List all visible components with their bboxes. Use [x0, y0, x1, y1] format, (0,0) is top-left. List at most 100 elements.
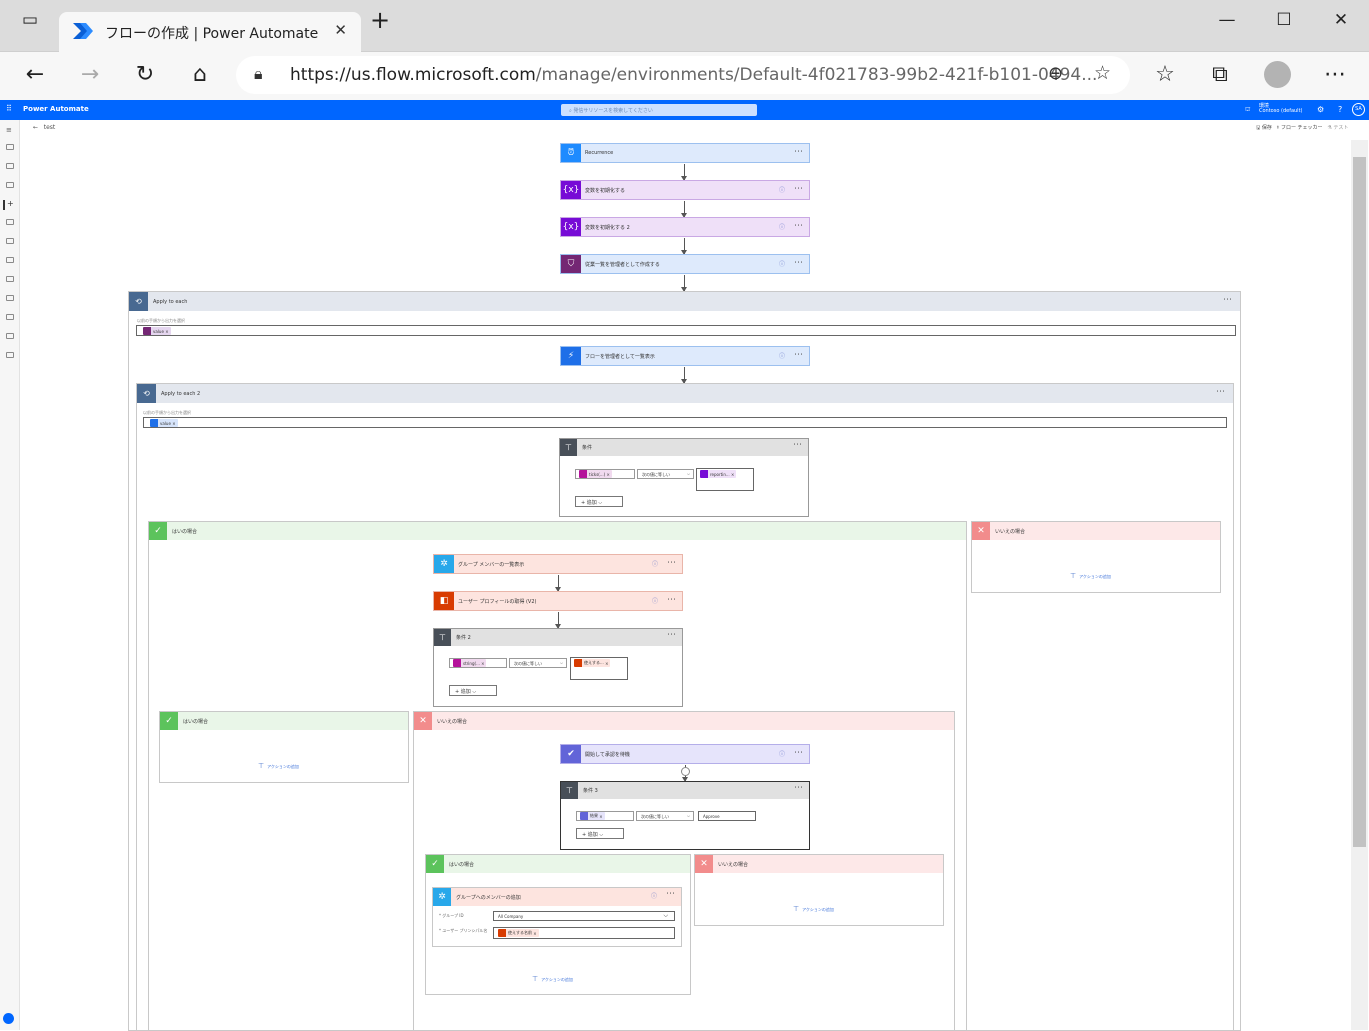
help-icon[interactable]: ⓘ: [779, 222, 785, 231]
operator-dropdown[interactable]: 次の値に等しい ⌵: [509, 658, 567, 668]
avatar[interactable]: SA: [1352, 103, 1365, 116]
recurrence-card[interactable]: ⏰︎ Recurrence ⋯: [560, 143, 810, 163]
more-options-icon[interactable]: ⋯: [794, 184, 803, 194]
app-brand[interactable]: Power Automate: [23, 105, 89, 113]
app-launcher-icon[interactable]: ⠿: [6, 104, 12, 113]
add-condition-button[interactable]: + 追加 ⌵: [576, 828, 624, 839]
test-button[interactable]: ⚗︎ テスト: [1327, 125, 1348, 131]
approval-card[interactable]: ✔︎ 開始して承認を待機 ⓘ ⋯: [560, 744, 810, 764]
environment-picker[interactable]: 環境 Contoso (default): [1259, 104, 1303, 114]
group-id-dropdown[interactable]: All Company ⌵: [493, 911, 675, 921]
profile-token[interactable]: 使えする... ×: [574, 659, 611, 667]
operator-dropdown[interactable]: 次の値に等しい ⌵: [636, 811, 694, 821]
add-condition-button[interactable]: + 追加 ⌵: [449, 685, 497, 696]
condition-3-card[interactable]: ⊤ 条件 3 ⋯ 結果 × 次の値に等しい ⌵ Approve + 追加 ⌵: [560, 781, 810, 850]
user-principal-input[interactable]: 使えする名前 ×: [493, 927, 675, 939]
refresh-icon[interactable]: ↻: [131, 62, 159, 87]
collections-icon[interactable]: ⧉: [1206, 62, 1234, 87]
add-action-button[interactable]: ⊤ アクションの追加: [793, 905, 834, 913]
condition-right-field[interactable]: reportin... ×: [696, 468, 754, 491]
more-options-icon[interactable]: ⋯: [794, 221, 803, 231]
add-action-button[interactable]: ⊤ アクションの追加: [532, 975, 573, 983]
add-member-card[interactable]: ✲ グループへのメンバーの追加 ⓘ ⋯ * グループ ID All Compan…: [432, 887, 682, 947]
action-items-icon[interactable]: [6, 163, 14, 169]
scrollbar-thumb[interactable]: [1353, 157, 1366, 847]
get-profile-card[interactable]: ◧ ユーザー プロフィールの取得 (V2) ⓘ ⋯: [433, 591, 683, 611]
home-nav-icon[interactable]: [6, 144, 14, 150]
my-flows-icon[interactable]: [6, 182, 14, 188]
new-tab-icon[interactable]: +: [360, 6, 400, 34]
more-icon[interactable]: ⋯: [1321, 62, 1349, 87]
expression-token[interactable]: string(... ×: [453, 659, 487, 667]
ai-builder-icon[interactable]: [6, 295, 14, 301]
flow-checker-button[interactable]: ⚕︎ フロー チェッカー: [1277, 125, 1323, 131]
close-window-icon[interactable]: ✕: [1321, 10, 1361, 30]
init-variable-2-card[interactable]: {x} 変数を初期化する 2 ⓘ ⋯: [560, 217, 810, 237]
help-icon[interactable]: ⓘ: [779, 185, 785, 194]
more-options-icon[interactable]: ⋯: [794, 258, 803, 268]
more-options-icon[interactable]: ⋯: [1216, 387, 1225, 397]
condition-left-field[interactable]: ticks(...) ×: [575, 469, 635, 479]
select-output-input[interactable]: value ×: [143, 417, 1227, 428]
more-options-icon[interactable]: ⋯: [667, 595, 676, 605]
insert-step-icon[interactable]: [681, 767, 690, 776]
apply-to-each-2-header[interactable]: ⟲ Apply to each 2 ⋯: [137, 384, 1233, 403]
close-tab-icon[interactable]: ✕: [334, 21, 347, 39]
solutions-icon[interactable]: [6, 333, 14, 339]
more-options-icon[interactable]: ⋯: [794, 748, 803, 758]
condition-left-field[interactable]: string(... ×: [449, 658, 507, 668]
browser-tab[interactable]: フローの作成 | Power Automate ✕: [59, 12, 361, 53]
back-arrow-icon[interactable]: ←: [33, 124, 38, 131]
init-variable-card[interactable]: {x} 変数を初期化する ⓘ ⋯: [560, 180, 810, 200]
value-token[interactable]: value ×: [150, 419, 178, 427]
help-icon[interactable]: ⓘ: [651, 891, 657, 900]
help-icon[interactable]: ⓘ: [652, 559, 658, 568]
settings-icon[interactable]: ⚙: [1317, 105, 1324, 114]
select-output-input[interactable]: value ×: [136, 325, 1236, 336]
more-options-icon[interactable]: ⋯: [1223, 295, 1232, 305]
more-options-icon[interactable]: ⋯: [794, 147, 803, 157]
add-action-button[interactable]: ⊤ アクションの追加: [1070, 572, 1111, 580]
operator-dropdown[interactable]: 次の値に等しい ⌵: [637, 469, 694, 479]
home-icon[interactable]: ⌂: [186, 62, 214, 87]
help-icon[interactable]: ⓘ: [652, 596, 658, 605]
create-list-card[interactable]: ⛉ 従業一覧を管理者として作成する ⓘ ⋯: [560, 254, 810, 274]
learn-icon[interactable]: [6, 352, 14, 358]
save-button[interactable]: 🖫︎ 保存: [1256, 125, 1272, 131]
help-icon[interactable]: ⓘ: [779, 351, 785, 360]
add-condition-button[interactable]: + 追加 ⌵: [575, 496, 623, 507]
help-icon[interactable]: ⓘ: [779, 259, 785, 268]
variable-token[interactable]: reportin... ×: [700, 470, 737, 478]
favorites-icon[interactable]: ☆: [1151, 62, 1179, 87]
create-icon[interactable]: +: [7, 199, 14, 208]
more-options-icon[interactable]: ⋯: [667, 630, 676, 640]
help-icon[interactable]: ?: [1338, 105, 1342, 114]
maximize-icon[interactable]: ☐: [1264, 10, 1304, 30]
process-advisor-icon[interactable]: [6, 314, 14, 320]
chatbot-icon[interactable]: [3, 1013, 14, 1024]
connectors-icon[interactable]: [6, 238, 14, 244]
tab-actions-icon[interactable]: ▭: [10, 10, 50, 30]
list-flows-card[interactable]: ⚡︎ フローを管理者として一覧表示 ⓘ ⋯: [560, 346, 810, 366]
condition-right-field[interactable]: 使えする... ×: [570, 657, 628, 680]
condition-left-field[interactable]: 結果 ×: [576, 811, 634, 821]
more-options-icon[interactable]: ⋯: [666, 889, 675, 899]
value-token[interactable]: value ×: [143, 327, 171, 335]
outcome-token[interactable]: 結果 ×: [580, 812, 605, 820]
condition-card[interactable]: ⊤ 条件 ⋯ ticks(...) × 次の値に等しい ⌵ reportin... …: [559, 438, 809, 517]
more-options-icon[interactable]: ⋯: [667, 558, 676, 568]
profile-token[interactable]: 使えする名前 ×: [498, 929, 539, 937]
profile-icon[interactable]: [1264, 61, 1291, 88]
search-input[interactable]: ⌕ 発信サリソースを検索してください: [561, 104, 757, 116]
more-options-icon[interactable]: ⋯: [794, 350, 803, 360]
more-options-icon[interactable]: ⋯: [794, 783, 803, 793]
minimize-icon[interactable]: —: [1207, 10, 1247, 30]
condition-right-input[interactable]: Approve: [698, 811, 756, 821]
back-icon[interactable]: ←: [21, 62, 49, 87]
hamburger-icon[interactable]: ≡: [6, 126, 12, 134]
expression-token[interactable]: ticks(...) ×: [579, 470, 612, 478]
add-action-button[interactable]: ⊤ アクションの追加: [258, 762, 299, 770]
condition-2-card[interactable]: ⊤ 条件 2 ⋯ string(... × 次の値に等しい ⌵ 使えする... × …: [433, 628, 683, 707]
monitor-icon[interactable]: [6, 276, 14, 282]
templates-icon[interactable]: [6, 219, 14, 225]
